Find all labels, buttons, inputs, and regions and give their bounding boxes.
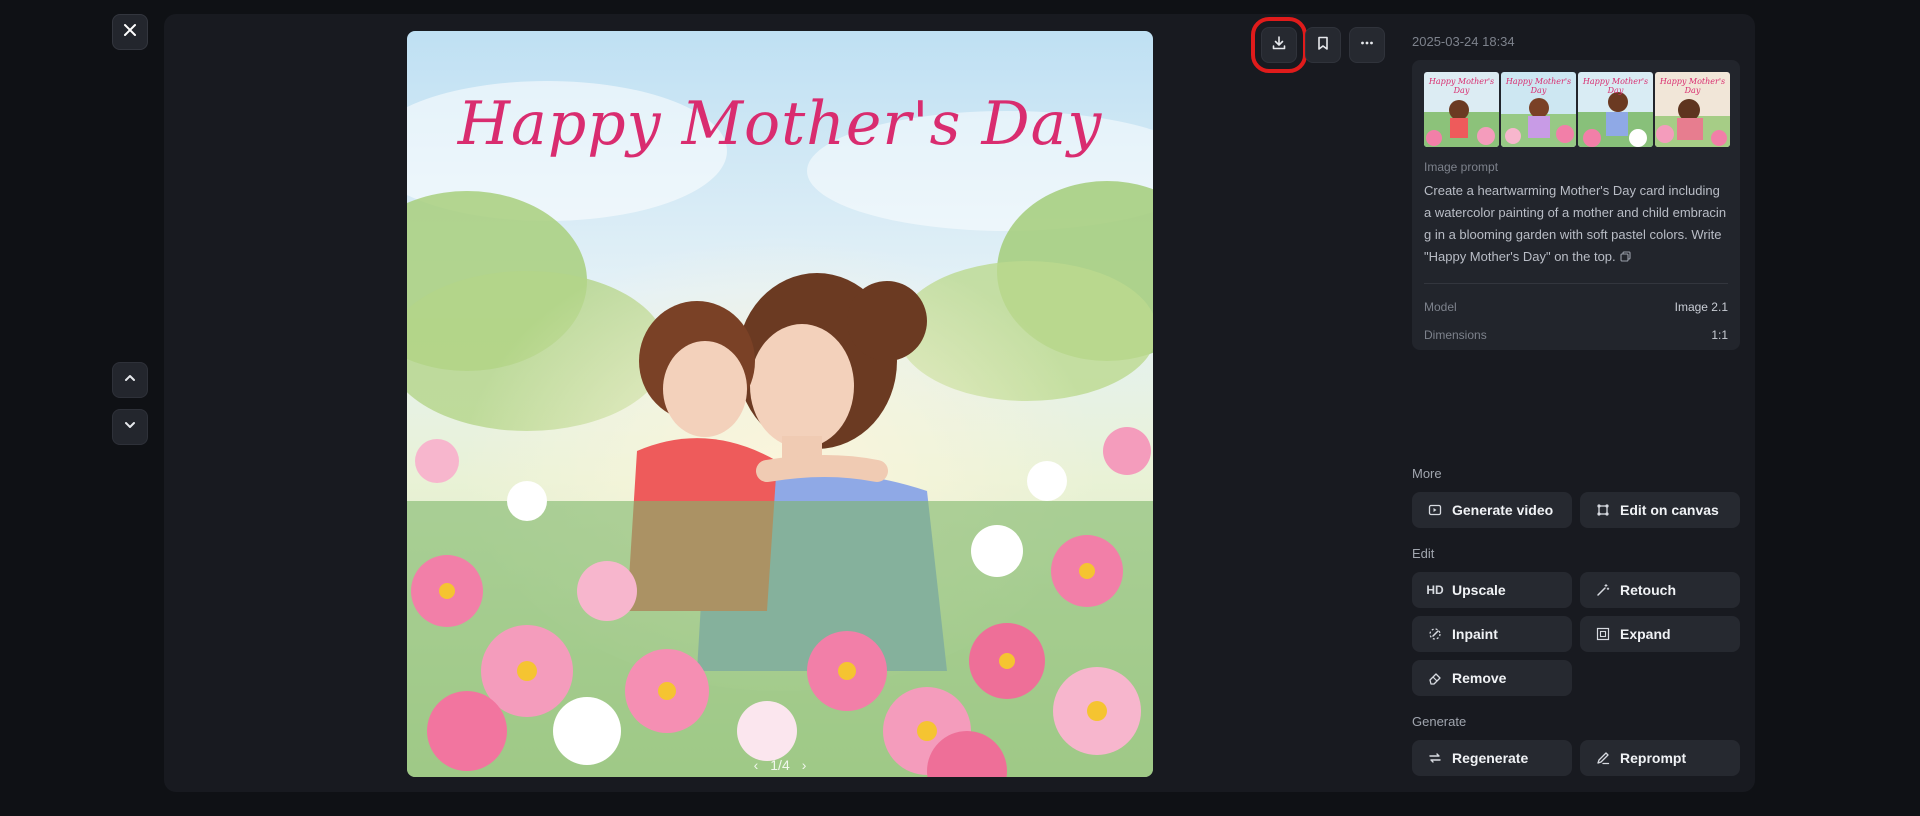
- pager-count: 1/4: [770, 757, 790, 773]
- inpaint-button[interactable]: Inpaint: [1412, 616, 1572, 652]
- download-icon: [1271, 35, 1287, 56]
- reprompt-button[interactable]: Reprompt: [1580, 740, 1740, 776]
- eraser-icon: [1426, 669, 1444, 687]
- video-icon: [1426, 501, 1444, 519]
- image-info-card: Happy Mother's Day Happy Mother's Day Ha…: [1412, 60, 1740, 350]
- thumbnail-1[interactable]: Happy Mother's Day: [1424, 72, 1499, 147]
- section-label-more: More: [1412, 466, 1442, 481]
- prompt-text-block: Create a heartwarming Mother's Day card …: [1424, 180, 1728, 269]
- expand-label: Expand: [1620, 626, 1671, 642]
- generate-video-label: Generate video: [1452, 502, 1554, 518]
- info-divider: [1424, 283, 1728, 284]
- expand-button[interactable]: Expand: [1580, 616, 1740, 652]
- dimensions-value: 1:1: [1711, 328, 1728, 342]
- download-button[interactable]: [1251, 17, 1307, 73]
- copy-icon[interactable]: [1620, 247, 1631, 269]
- bookmark-button[interactable]: [1305, 27, 1341, 63]
- image-pager[interactable]: ‹ 1/4 ›: [407, 757, 1153, 773]
- thumbnail-title: Happy Mother's Day: [1582, 77, 1649, 95]
- creation-timestamp: 2025-03-24 18:34: [1412, 34, 1515, 49]
- retouch-button[interactable]: Retouch: [1580, 572, 1740, 608]
- pencil-icon: [1594, 749, 1612, 767]
- more-icon: [1359, 35, 1375, 56]
- prompt-text: Create a heartwarming Mother's Day card …: [1424, 183, 1727, 264]
- model-label: Model: [1424, 300, 1457, 314]
- magic-wand-icon: [1594, 581, 1612, 599]
- more-options-button[interactable]: [1349, 27, 1385, 63]
- canvas-icon: [1594, 501, 1612, 519]
- hd-icon: HD: [1426, 583, 1444, 597]
- close-icon: [123, 23, 137, 42]
- pager-prev-icon[interactable]: ‹: [754, 757, 759, 773]
- remove-label: Remove: [1452, 670, 1507, 686]
- section-label-generate: Generate: [1412, 714, 1467, 729]
- chevron-down-icon: [123, 418, 137, 437]
- thumbnail-strip: Happy Mother's Day Happy Mother's Day Ha…: [1424, 72, 1730, 147]
- remove-button[interactable]: Remove: [1412, 660, 1572, 696]
- pager-next-icon[interactable]: ›: [802, 757, 807, 773]
- thumbnail-title: Happy Mother's Day: [1659, 77, 1726, 95]
- bookmark-icon: [1315, 35, 1331, 56]
- edit-on-canvas-button[interactable]: Edit on canvas: [1580, 492, 1740, 528]
- regenerate-icon: [1426, 749, 1444, 767]
- artwork-title: Happy Mother's Day: [457, 89, 1103, 159]
- upscale-button[interactable]: HD Upscale: [1412, 572, 1572, 608]
- brush-icon: [1426, 625, 1444, 643]
- previous-image-button[interactable]: [112, 362, 148, 398]
- thumbnail-2[interactable]: Happy Mother's Day: [1501, 72, 1576, 147]
- viewer-panel: Happy Mother's Day ‹ 1/4 › 2025-03-24 18:3…: [164, 14, 1755, 792]
- inpaint-label: Inpaint: [1452, 626, 1498, 642]
- generated-image[interactable]: Happy Mother's Day ‹ 1/4 ›: [407, 31, 1153, 777]
- model-row: Model Image 2.1: [1424, 300, 1728, 314]
- reprompt-label: Reprompt: [1620, 750, 1687, 766]
- edit-on-canvas-label: Edit on canvas: [1620, 502, 1719, 518]
- regenerate-label: Regenerate: [1452, 750, 1529, 766]
- dimensions-label: Dimensions: [1424, 328, 1487, 342]
- next-image-button[interactable]: [112, 409, 148, 445]
- prompt-label: Image prompt: [1424, 160, 1499, 174]
- chevron-up-icon: [123, 371, 137, 390]
- regenerate-button[interactable]: Regenerate: [1412, 740, 1572, 776]
- generate-video-button[interactable]: Generate video: [1412, 492, 1572, 528]
- close-button[interactable]: [112, 14, 148, 50]
- model-value: Image 2.1: [1674, 300, 1728, 314]
- retouch-label: Retouch: [1620, 582, 1676, 598]
- thumbnail-title: Happy Mother's Day: [1428, 77, 1495, 95]
- thumbnail-4[interactable]: Happy Mother's Day: [1655, 72, 1730, 147]
- dimensions-row: Dimensions 1:1: [1424, 328, 1728, 342]
- upscale-label: Upscale: [1452, 582, 1506, 598]
- section-label-edit: Edit: [1412, 546, 1435, 561]
- thumbnail-title: Happy Mother's Day: [1505, 77, 1572, 95]
- expand-icon: [1594, 625, 1612, 643]
- thumbnail-3[interactable]: Happy Mother's Day: [1578, 72, 1653, 147]
